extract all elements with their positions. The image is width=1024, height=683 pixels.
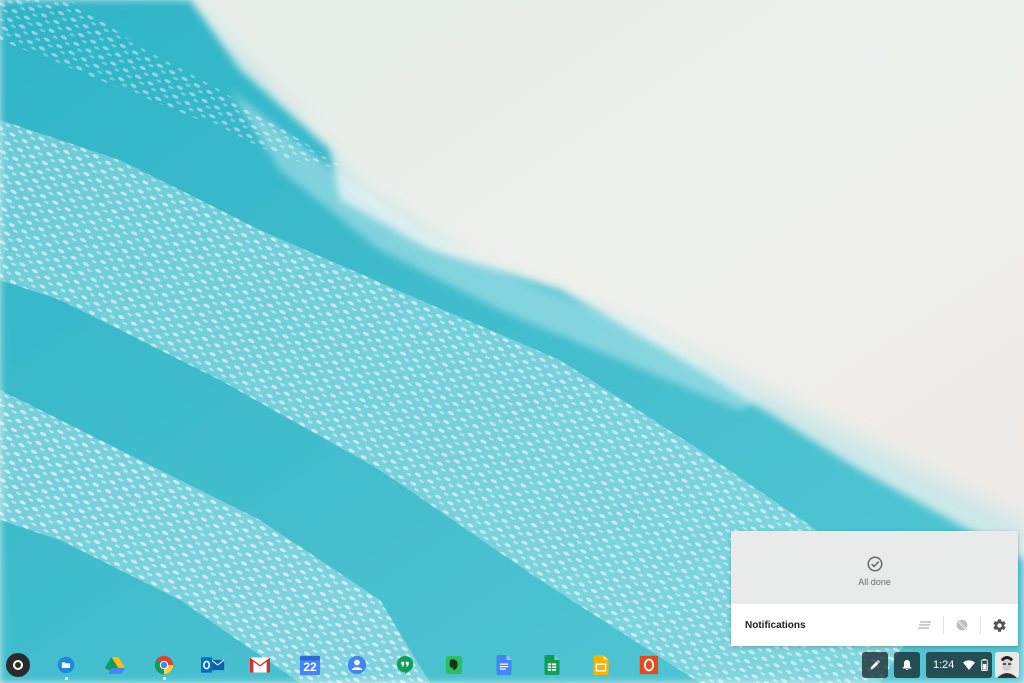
shelf-app-sheets[interactable] bbox=[542, 655, 562, 675]
shelf-app-hangouts[interactable] bbox=[395, 655, 415, 675]
shelf-app-gmail[interactable] bbox=[250, 655, 270, 675]
running-indicator bbox=[163, 677, 166, 680]
do-not-disturb-button[interactable] bbox=[949, 612, 975, 638]
hangouts-icon bbox=[396, 656, 414, 674]
check-circle-icon bbox=[867, 556, 882, 571]
shelf-app-evernote[interactable] bbox=[444, 655, 464, 675]
avatar-image bbox=[995, 652, 1019, 678]
gear-icon bbox=[992, 618, 1006, 632]
launcher-button[interactable] bbox=[6, 653, 30, 677]
shelf-app-contacts[interactable] bbox=[347, 655, 367, 675]
office-icon bbox=[639, 655, 659, 675]
shelf-app-calendar[interactable]: 22 bbox=[298, 654, 322, 676]
stylus-icon bbox=[870, 660, 880, 670]
shelf-app-docs[interactable] bbox=[494, 655, 514, 675]
divider bbox=[980, 616, 981, 634]
outlook-icon bbox=[201, 657, 225, 673]
clear-all-button[interactable] bbox=[912, 612, 938, 638]
battery-icon bbox=[981, 659, 988, 671]
running-indicator bbox=[65, 677, 68, 680]
clear-all-icon bbox=[918, 621, 931, 629]
calendar-day: 22 bbox=[303, 660, 317, 674]
clock: 1:24 bbox=[933, 659, 955, 671]
contacts-icon bbox=[347, 655, 367, 675]
docs-icon bbox=[496, 655, 512, 675]
sheets-icon bbox=[544, 655, 560, 675]
gmail-icon bbox=[250, 657, 270, 673]
notification-footer: Notifications bbox=[731, 604, 1018, 646]
user-avatar[interactable] bbox=[995, 652, 1019, 678]
files-icon bbox=[57, 656, 75, 674]
launcher-icon bbox=[13, 660, 23, 670]
shelf-app-slides[interactable] bbox=[591, 655, 611, 675]
notifications-title: Notifications bbox=[745, 619, 806, 631]
bell-icon bbox=[902, 660, 912, 670]
shelf-app-chrome[interactable] bbox=[154, 655, 174, 680]
all-done-message: All done bbox=[858, 576, 891, 587]
status-tray[interactable]: 1:24 bbox=[926, 652, 992, 678]
evernote-icon bbox=[445, 656, 463, 674]
shelf-app-outlook[interactable] bbox=[201, 655, 225, 675]
wifi-icon bbox=[963, 660, 975, 670]
chrome-icon bbox=[154, 655, 174, 675]
shelf-app-office[interactable] bbox=[639, 655, 659, 675]
notification-tray-button[interactable] bbox=[894, 652, 920, 678]
shelf-app-files[interactable] bbox=[56, 655, 76, 680]
stylus-tools-button[interactable] bbox=[862, 652, 888, 678]
notifications-off-icon bbox=[956, 619, 968, 631]
slides-icon bbox=[593, 655, 609, 675]
divider bbox=[943, 616, 944, 634]
notification-empty-state: All done bbox=[731, 531, 1018, 604]
shelf-app-drive[interactable] bbox=[105, 655, 125, 675]
drive-icon bbox=[105, 657, 125, 674]
notification-center: All done Notifications bbox=[731, 531, 1018, 646]
notification-settings-button[interactable] bbox=[986, 612, 1012, 638]
